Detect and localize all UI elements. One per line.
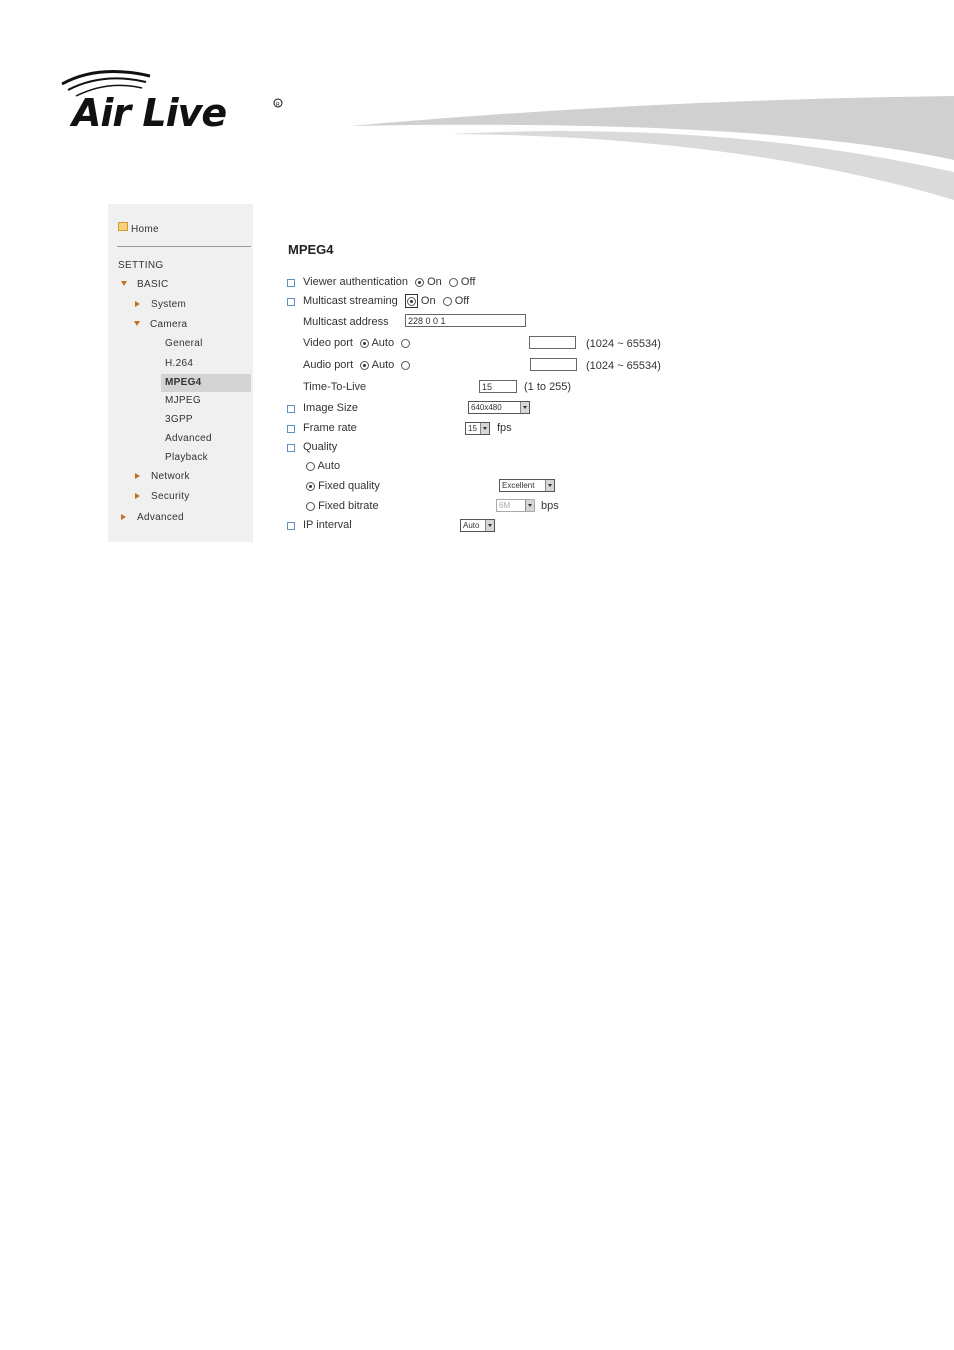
bullet-icon (287, 298, 295, 306)
image-size-label: Image Size (303, 402, 359, 414)
collapsed-arrow-icon (135, 493, 140, 499)
video-port-auto-radio[interactable] (360, 338, 370, 348)
chevron-down-icon (545, 480, 554, 491)
viewer-auth-on-label: On (427, 276, 442, 288)
chevron-down-icon (480, 423, 489, 434)
fixed-quality-select[interactable]: Excellent (499, 479, 555, 492)
ttl-range: (1 to 255) (524, 381, 572, 393)
quality-auto-radio[interactable] (306, 461, 315, 471)
sidebar-item-camera[interactable]: Camera (134, 319, 187, 330)
image-size-value: 640x480 (471, 403, 502, 412)
sidebar-divider (117, 246, 251, 247)
svg-text:R: R (276, 102, 280, 108)
sidebar: Home SETTING BASIC System Camera General… (108, 204, 253, 542)
sidebar-item-h264[interactable]: H.264 (165, 358, 193, 369)
ip-interval-select[interactable]: Auto (460, 519, 495, 532)
collapsed-arrow-icon (135, 301, 140, 307)
video-port-custom-radio[interactable] (401, 338, 411, 348)
frame-rate-select[interactable]: 15 (465, 422, 490, 435)
quality-label: Quality (303, 441, 338, 453)
multicast-row: Multicast streaming On Off (303, 294, 470, 308)
camera-settings-app: Home SETTING BASIC System Camera General… (108, 204, 844, 542)
sidebar-section-setting: SETTING (118, 260, 164, 271)
fixed-bitrate-label: Fixed bitrate (318, 500, 379, 512)
frame-rate-value: 15 (468, 424, 477, 433)
airlive-logo: Air Live R (61, 70, 283, 135)
video-port-range: (1024 ~ 65534) (586, 338, 661, 350)
bullet-icon (287, 279, 295, 287)
ttl-label: Time-To-Live (303, 381, 367, 393)
sidebar-item-camera-advanced[interactable]: Advanced (165, 433, 212, 444)
audio-port-input[interactable] (530, 358, 577, 371)
video-port-label: Video port (303, 337, 353, 349)
expanded-arrow-icon (121, 281, 127, 286)
audio-port-auto-label: Auto (371, 359, 395, 371)
multicast-label: Multicast streaming (303, 295, 398, 307)
sidebar-item-playback[interactable]: Playback (165, 452, 208, 463)
expanded-arrow-icon (134, 321, 140, 326)
viewer-auth-off-radio[interactable] (448, 277, 458, 287)
svg-text:Air Live: Air Live (69, 91, 226, 135)
ttl-input[interactable]: 15 (479, 380, 517, 393)
sidebar-item-network[interactable]: Network (135, 471, 190, 482)
multicast-address-label: Multicast address (303, 316, 389, 328)
multicast-off-radio[interactable] (442, 296, 452, 306)
quality-auto-row: Auto (306, 460, 340, 472)
sidebar-item-system[interactable]: System (135, 299, 186, 310)
fixed-bitrate-radio[interactable] (306, 501, 315, 511)
quality-auto-label: Auto (317, 460, 341, 472)
video-port-auto-label: Auto (371, 337, 395, 349)
audio-port-range: (1024 ~ 65534) (586, 360, 661, 372)
audio-port-auto-radio[interactable] (360, 360, 370, 370)
audio-port-row: Audio port Auto (303, 359, 411, 371)
collapsed-arrow-icon (121, 514, 126, 520)
fixed-quality-label: Fixed quality (318, 480, 380, 492)
video-port-input[interactable] (529, 336, 576, 349)
multicast-on-label: On (420, 295, 436, 307)
ip-interval-label: IP interval (303, 519, 352, 531)
page-title: MPEG4 (288, 242, 334, 257)
chevron-down-icon (520, 402, 529, 413)
image-size-select[interactable]: 640x480 (468, 401, 530, 414)
fixed-bitrate-value: 6M (499, 501, 511, 510)
sidebar-item-basic[interactable]: BASIC (121, 279, 169, 290)
viewer-auth-label: Viewer authentication (303, 276, 408, 288)
frame-rate-unit: fps (497, 422, 512, 434)
header-swoosh (350, 96, 954, 200)
chevron-down-icon (525, 500, 534, 511)
bullet-icon (287, 405, 295, 413)
bullet-icon (287, 425, 295, 433)
frame-rate-label: Frame rate (303, 422, 357, 434)
bullet-icon (287, 522, 295, 530)
sidebar-item-general[interactable]: General (165, 338, 203, 349)
fixed-bitrate-row: Fixed bitrate (306, 500, 379, 512)
multicast-on-radio[interactable] (406, 296, 416, 306)
bullet-icon (287, 444, 295, 452)
viewer-auth-on-radio[interactable] (415, 277, 425, 287)
video-port-row: Video port Auto (303, 337, 411, 349)
audio-port-custom-radio[interactable] (401, 360, 411, 370)
fixed-bitrate-select[interactable]: 6M (496, 499, 535, 512)
viewer-auth-row: Viewer authentication On Off (303, 276, 475, 288)
fixed-quality-row: Fixed quality (306, 480, 380, 492)
audio-port-label: Audio port (303, 359, 354, 371)
main-panel: MPEG4 Viewer authentication On Off Multi… (253, 204, 844, 542)
viewer-auth-off-label: Off (460, 276, 476, 288)
ip-interval-value: Auto (463, 521, 480, 530)
sidebar-item-home[interactable]: Home (118, 222, 159, 235)
multicast-address-input[interactable]: 228 0 0 1 (405, 314, 526, 327)
fixed-quality-radio[interactable] (306, 481, 315, 491)
bitrate-unit: bps (541, 500, 559, 512)
sidebar-item-advanced[interactable]: Advanced (121, 512, 184, 523)
multicast-off-label: Off (454, 295, 470, 307)
sidebar-item-mpeg4[interactable]: MPEG4 (161, 374, 251, 392)
sidebar-item-security[interactable]: Security (135, 491, 190, 502)
chevron-down-icon (485, 520, 494, 531)
home-icon (118, 222, 128, 231)
sidebar-item-3gpp[interactable]: 3GPP (165, 414, 193, 425)
fixed-quality-value: Excellent (502, 481, 535, 490)
collapsed-arrow-icon (135, 473, 140, 479)
sidebar-item-mjpeg[interactable]: MJPEG (165, 395, 201, 406)
multicast-on-focus (404, 294, 418, 308)
